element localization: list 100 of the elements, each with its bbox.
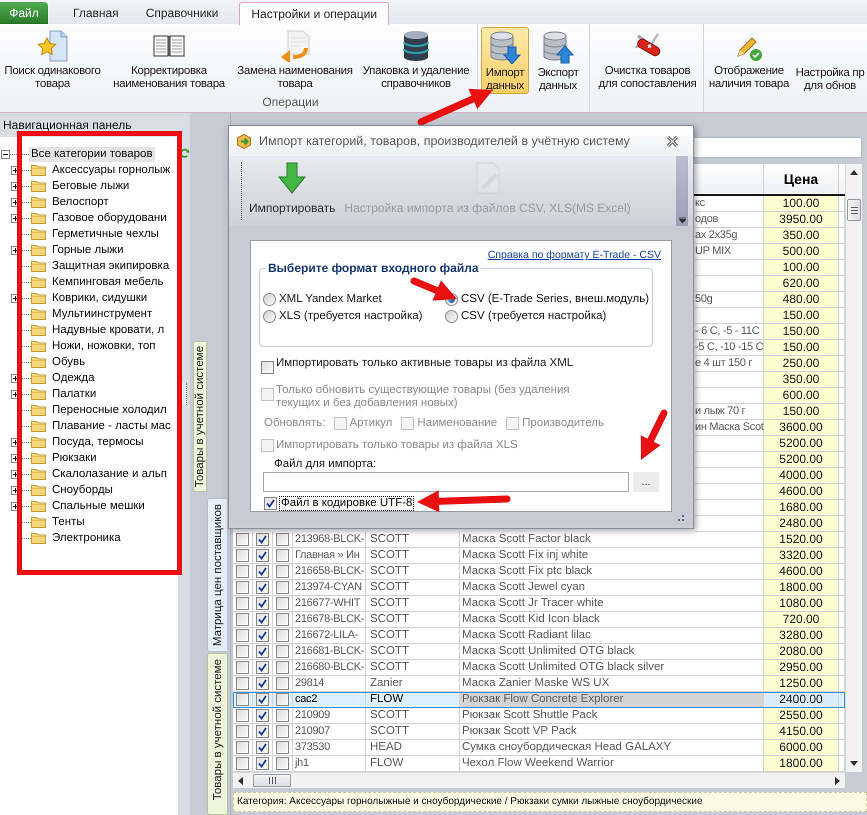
scroll-up-icon[interactable] [850, 170, 858, 175]
tree-item[interactable]: Посуда, термосы [50, 434, 146, 450]
tree-item[interactable]: Все категории товаров [29, 146, 155, 162]
checkbox[interactable] [236, 549, 249, 562]
checkbox[interactable] [276, 645, 289, 658]
checkbox[interactable] [256, 741, 269, 754]
tree-item[interactable]: Плавание - ласты мас [50, 418, 173, 434]
checkbox[interactable] [276, 741, 289, 754]
resize-grip-icon[interactable] [678, 515, 684, 521]
checkbox[interactable] [256, 533, 269, 546]
table-row[interactable]: 210907 SCOTT Рюкзак Scott VP Pack 4150.00 [233, 724, 845, 740]
checkbox[interactable] [256, 629, 269, 642]
tree-item[interactable]: Кемпинговая мебель [50, 274, 166, 290]
table-row[interactable]: 213968-BLCK- SCOTT Маска Scott Factor black 1520.00 [233, 532, 845, 548]
checkbox[interactable] [236, 757, 249, 770]
checkbox[interactable] [236, 581, 249, 594]
checkbox[interactable] [276, 565, 289, 578]
checkbox[interactable] [236, 725, 249, 738]
scrollbar-thumb[interactable] [253, 774, 291, 787]
scroll-down-icon[interactable] [850, 761, 858, 766]
close-icon[interactable] [666, 136, 679, 146]
browse-button[interactable]: ... [633, 472, 659, 492]
checkbox[interactable] [276, 581, 289, 594]
ribbon-tab[interactable]: Настройки и операции [239, 2, 390, 25]
radio-button[interactable] [445, 310, 458, 322]
ribbon-button[interactable]: Настройка пр для обнов [794, 27, 866, 94]
table-row[interactable]: 216677-WHIT SCOTT Маска Scott Jr Tracer white 1080.00 [233, 596, 845, 612]
checkbox[interactable] [276, 725, 289, 738]
checkbox[interactable] [261, 361, 274, 374]
checkbox[interactable] [256, 709, 269, 722]
checkbox[interactable] [236, 677, 249, 690]
tree-item[interactable]: Беговые лыжи [50, 178, 132, 194]
table-row[interactable]: 210909 SCOTT Рюкзак Scott Shuttle Pack 2550.00 [233, 708, 845, 724]
ribbon-button[interactable]: Экспорт данных [532, 27, 584, 94]
checkbox[interactable] [236, 661, 249, 674]
tree-item[interactable]: Палатки [50, 386, 98, 402]
file-tab[interactable]: Файл [0, 2, 48, 24]
ribbon-button[interactable]: Упаковка и удаление справочников [357, 27, 475, 94]
ribbon-button[interactable]: Отображение наличия товара [704, 27, 794, 94]
checkbox[interactable] [256, 613, 269, 626]
tree-item[interactable]: Тенты [50, 514, 87, 530]
ribbon-button[interactable]: Замена наименования товара [233, 27, 357, 94]
checkbox[interactable] [256, 549, 269, 562]
table-row[interactable]: 216681-BLCK- SCOTT Маска Scott Unlimited OTG black 2080.00 [233, 644, 845, 660]
vertical-tab[interactable]: Матрица цен поставщиков [207, 498, 228, 652]
checkbox[interactable] [256, 597, 269, 610]
file-path-field[interactable] [263, 472, 629, 492]
table-row[interactable]: cac2 FLOW Рюкзак Flow Concrete Explorer 2400.00 [233, 692, 845, 708]
checkbox[interactable] [236, 597, 249, 610]
table-row[interactable]: 216680-BLCK- SCOTT Маска Scott Unlimited OTG black silver 2950.00 [233, 660, 845, 676]
checkbox[interactable] [276, 549, 289, 562]
vertical-scrollbar[interactable] [845, 164, 862, 772]
ribbon-button[interactable]: Импорт данных [481, 27, 529, 94]
vertical-tab[interactable]: Товары в учетной системе [207, 652, 228, 815]
tree-item[interactable]: Газовое оборудовани [50, 210, 169, 226]
checkbox[interactable] [236, 709, 249, 722]
tree-item[interactable]: Велоспорт [50, 194, 111, 210]
checkbox[interactable] [276, 629, 289, 642]
tree-item[interactable]: Ножи, ножовки, топ [50, 338, 158, 354]
help-link[interactable]: Справка по формату E-Trade - CSV [488, 249, 661, 261]
table-row[interactable]: jh1 FLOW Чехол Flow Weekend Warrior 1800.00 [233, 756, 845, 772]
tree-item[interactable]: Рюкзаки [50, 450, 99, 466]
tree-item[interactable]: Электроника [50, 530, 123, 546]
tree-item[interactable]: Переносные холодил [50, 402, 169, 418]
checkbox[interactable] [256, 581, 269, 594]
toolbar-overflow-button[interactable] [676, 156, 688, 226]
checkbox[interactable] [236, 565, 249, 578]
checkbox[interactable] [276, 597, 289, 610]
checkbox[interactable] [236, 613, 249, 626]
checkbox[interactable] [256, 725, 269, 738]
radio-button[interactable] [263, 292, 276, 306]
horizontal-scrollbar[interactable] [233, 772, 845, 788]
checkbox[interactable] [276, 661, 289, 674]
tree-item[interactable]: Горные лыжи [50, 242, 126, 258]
table-row[interactable]: 29814 Zanier Маска Zanier Maske WS UX 1250.00 [233, 676, 845, 692]
ribbon-button[interactable]: Поиск одинакового товара [0, 27, 105, 94]
toolbar-button[interactable]: Импортировать [249, 156, 336, 226]
collapse-icon[interactable] [1, 150, 10, 158]
tree-item[interactable]: Герметичные чехлы [50, 226, 161, 242]
column-header[interactable]: Цена [784, 168, 818, 190]
checkbox[interactable] [236, 741, 249, 754]
checkbox[interactable] [256, 565, 269, 578]
tree-item[interactable]: Обувь [50, 354, 88, 370]
checkbox[interactable] [276, 693, 289, 706]
ribbon-button[interactable]: Корректировка наименования товара [105, 27, 233, 94]
checkbox[interactable] [256, 757, 269, 770]
scroll-right-icon[interactable] [835, 776, 840, 784]
scroll-left-icon[interactable] [238, 776, 243, 784]
tree-item[interactable]: Одежда [50, 370, 96, 386]
checkbox[interactable] [276, 613, 289, 626]
tree-item[interactable]: Спальные мешки [50, 498, 147, 514]
tree-item[interactable]: Аксессуары горнолыж [50, 162, 172, 178]
checkbox[interactable] [256, 677, 269, 690]
checkbox[interactable] [256, 645, 269, 658]
checkbox[interactable] [236, 533, 249, 546]
tree-item[interactable]: Скалолазание и альп [50, 466, 169, 482]
tree-item[interactable]: Надувные кровати, л [50, 322, 166, 338]
table-row[interactable]: 216672-LILA- SCOTT Маска Scott Radiant lilac 3280.00 [233, 628, 845, 644]
checkbox[interactable] [256, 661, 269, 674]
tree-item[interactable]: Коврики, сидушки [50, 290, 150, 306]
